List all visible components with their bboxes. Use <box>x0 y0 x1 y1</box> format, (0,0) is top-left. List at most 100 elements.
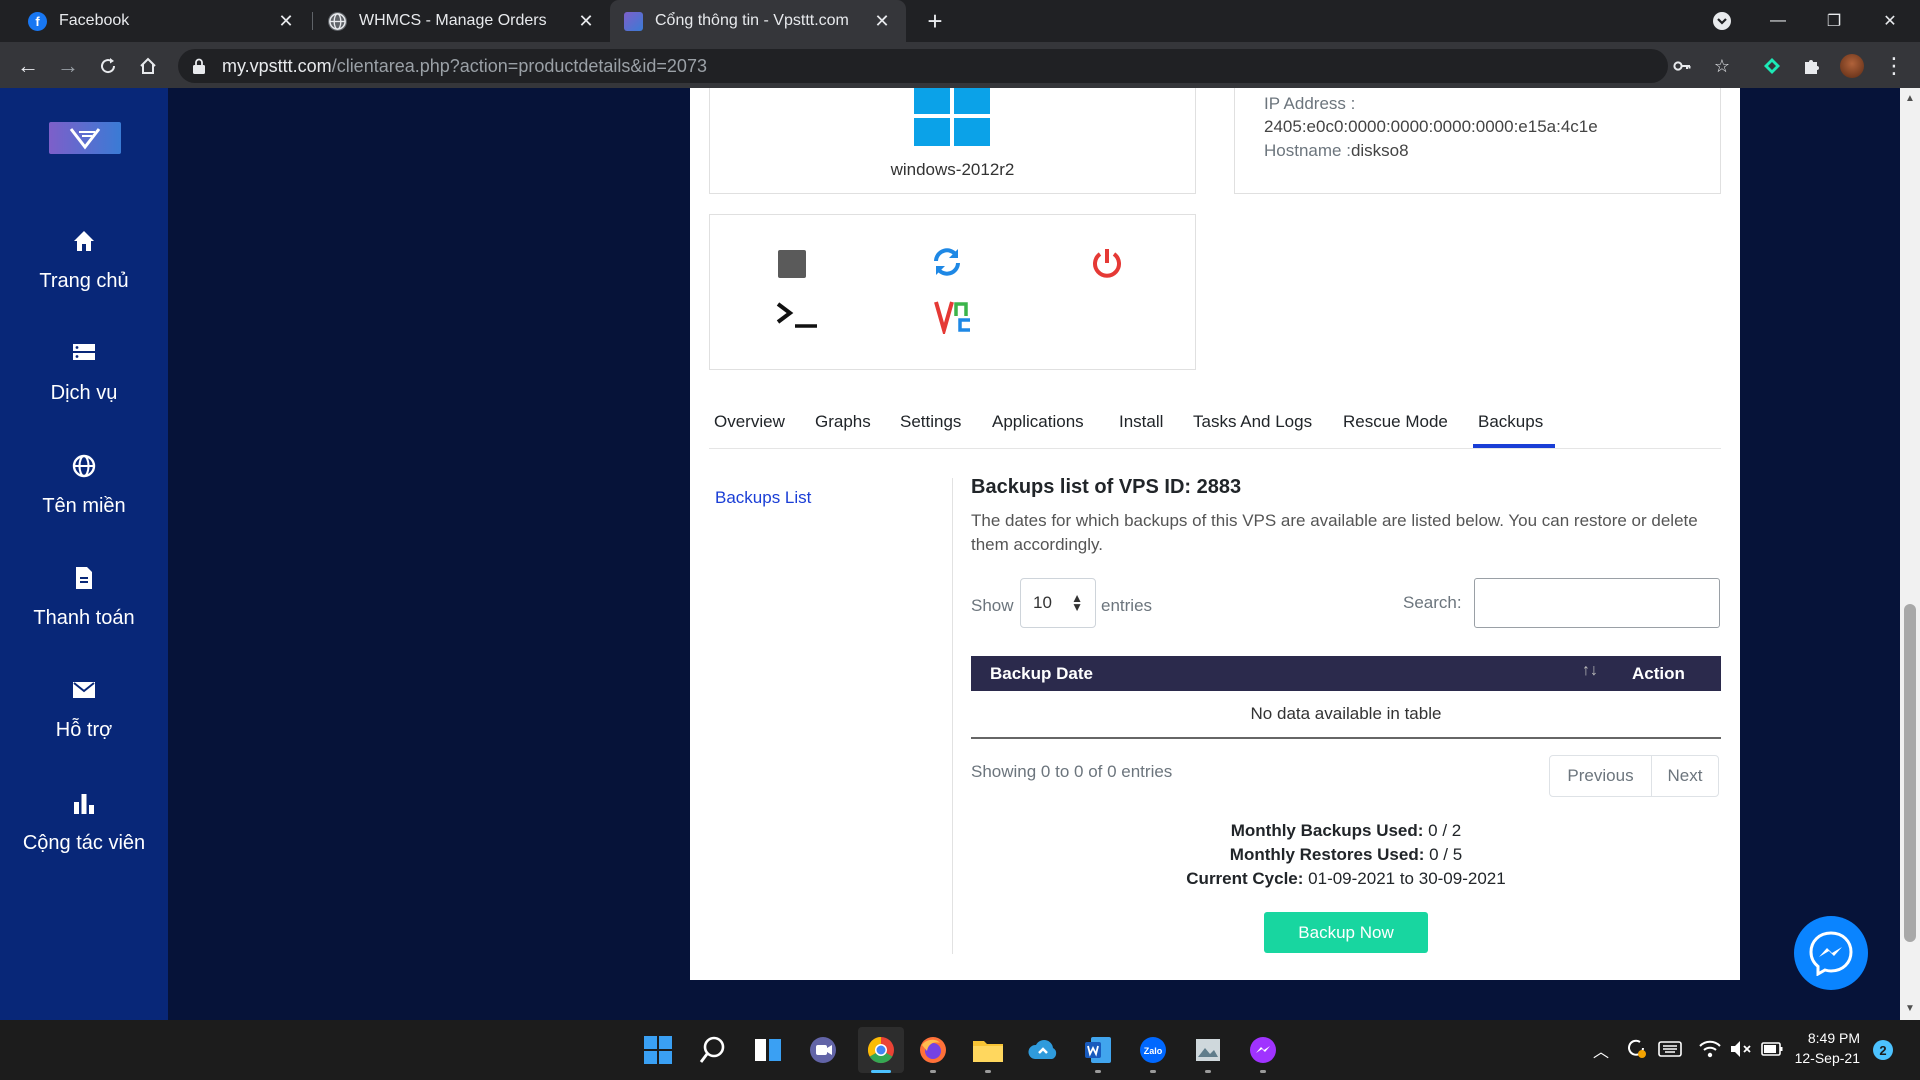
bookmark-star-icon[interactable]: ☆ <box>1706 50 1738 82</box>
entries-select[interactable]: 10 ▲ ▼ <box>1020 578 1096 628</box>
console-icon[interactable] <box>776 300 818 330</box>
reload-button[interactable] <box>92 50 124 82</box>
cloud-sync-icon[interactable] <box>1025 1032 1061 1068</box>
hostname-value: diskso8 <box>1350 141 1409 160</box>
teams-chat-icon[interactable] <box>805 1032 841 1068</box>
power-icon[interactable] <box>1090 246 1124 280</box>
site-logo[interactable] <box>49 122 121 154</box>
ip-address-label: IP Address : <box>1264 94 1356 113</box>
running-indicator <box>1260 1070 1266 1073</box>
back-button[interactable]: ← <box>12 50 44 82</box>
file-explorer-icon[interactable] <box>970 1032 1006 1068</box>
os-name: windows-2012r2 <box>890 160 1015 179</box>
svg-text:Zalo: Zalo <box>1144 1046 1163 1056</box>
forward-button[interactable]: → <box>52 50 84 82</box>
browser-tab-facebook[interactable]: f Facebook ✕ <box>14 0 310 42</box>
notification-badge[interactable]: 2 <box>1873 1040 1893 1060</box>
tab-search-button[interactable] <box>1694 0 1750 42</box>
profile-avatar[interactable] <box>1836 50 1868 82</box>
close-window-button[interactable]: ✕ <box>1862 0 1918 42</box>
running-indicator <box>985 1070 991 1073</box>
sync-status-icon[interactable] <box>1624 1036 1648 1060</box>
windows-logo-icon <box>914 88 990 148</box>
restore-button[interactable]: ❐ <box>1806 0 1862 42</box>
new-tab-button[interactable]: + <box>907 0 963 42</box>
browser-menu-icon[interactable]: ⋮ <box>1878 50 1910 82</box>
clock-time[interactable]: 8:49 PM <box>1790 1030 1860 1046</box>
previous-button[interactable]: Previous <box>1550 756 1652 796</box>
ip-address-value: 2405:e0c0:0000:0000:0000:0000:e15a:4c1e <box>1264 117 1598 136</box>
address-bar[interactable]: my.vpsttt.com/clientarea.php?action=prod… <box>178 49 1668 83</box>
tab-overview[interactable]: Overview <box>714 412 785 432</box>
extension-icon[interactable] <box>1756 50 1788 82</box>
search-icon[interactable] <box>695 1032 731 1068</box>
minimize-button[interactable]: — <box>1750 0 1806 42</box>
server-icon <box>71 340 97 366</box>
close-tab-icon[interactable]: ✕ <box>576 11 596 32</box>
backups-heading: Backups list of VPS ID: 2883 <box>971 476 1242 498</box>
tab-backups[interactable]: Backups <box>1478 412 1543 432</box>
search-input[interactable] <box>1474 578 1720 628</box>
entries-value: 10 <box>1033 593 1052 612</box>
messenger-taskbar-icon[interactable] <box>1245 1032 1281 1068</box>
next-button[interactable]: Next <box>1652 756 1718 796</box>
image-viewer-icon[interactable] <box>1190 1032 1226 1068</box>
backup-now-button[interactable]: Backup Now <box>1264 912 1428 953</box>
sidebar-item-services[interactable]: Dịch vụ <box>0 340 168 405</box>
key-icon[interactable] <box>1666 50 1698 82</box>
tab-tasks-and-logs[interactable]: Tasks And Logs <box>1193 412 1312 432</box>
globe-icon <box>71 453 97 479</box>
sidebar-item-support[interactable]: Hỗ trợ <box>0 677 168 742</box>
messenger-chat-button[interactable] <box>1794 916 1868 990</box>
column-action: Action <box>1632 664 1685 683</box>
home-icon <box>71 228 97 254</box>
task-view-icon[interactable] <box>750 1032 786 1068</box>
tab-rescue-mode[interactable]: Rescue Mode <box>1343 412 1448 432</box>
keyboard-icon[interactable] <box>1658 1040 1682 1058</box>
sidebar-item-domains[interactable]: Tên miền <box>0 453 168 518</box>
extensions-puzzle-icon[interactable] <box>1796 50 1828 82</box>
column-backup-date[interactable]: Backup Date <box>990 664 1093 684</box>
tab-applications[interactable]: Applications <box>992 412 1084 432</box>
battery-icon[interactable] <box>1760 1038 1784 1060</box>
browser-tab-whmcs[interactable]: WHMCS - Manage Orders ✕ <box>314 0 610 42</box>
url-path: /clientarea.php?action=productdetails&id… <box>331 55 707 76</box>
tab-settings[interactable]: Settings <box>900 412 961 432</box>
start-menu-icon[interactable] <box>640 1032 676 1068</box>
clock-date[interactable]: 12-Sep-21 <box>1790 1050 1860 1066</box>
globe-icon <box>328 11 347 31</box>
firefox-icon[interactable] <box>915 1032 951 1068</box>
volume-muted-icon[interactable] <box>1729 1038 1753 1060</box>
sidebar-item-home[interactable]: Trang chủ <box>0 228 168 293</box>
entries-label: entries <box>1101 596 1153 615</box>
close-tab-icon[interactable]: ✕ <box>276 11 296 32</box>
active-app-indicator <box>871 1070 891 1073</box>
running-indicator <box>1205 1070 1211 1073</box>
facebook-icon: f <box>28 11 47 31</box>
show-hidden-icons-chevron[interactable]: ︿ <box>1593 1038 1609 1062</box>
scrollbar-thumb[interactable] <box>1904 604 1916 942</box>
chrome-icon[interactable] <box>858 1027 904 1073</box>
wifi-icon[interactable] <box>1698 1038 1722 1060</box>
close-tab-icon[interactable]: ✕ <box>872 11 892 32</box>
sort-icon[interactable]: ↑↓ <box>1582 662 1598 680</box>
tab-graphs[interactable]: Graphs <box>815 412 871 432</box>
browser-tab-active[interactable]: Cổng thông tin - Vpsttt.com ✕ <box>610 0 906 42</box>
sidebar-item-affiliate[interactable]: Cộng tác viên <box>0 790 168 855</box>
vnc-icon[interactable] <box>934 298 974 338</box>
tab-install[interactable]: Install <box>1119 412 1163 432</box>
table-info: Showing 0 to 0 of 0 entries <box>971 762 1173 781</box>
home-button[interactable] <box>132 50 164 82</box>
backups-list-link[interactable]: Backups List <box>715 488 811 508</box>
scroll-up-arrow[interactable]: ▲ <box>1900 90 1920 108</box>
stop-icon[interactable] <box>778 250 806 278</box>
messenger-icon <box>1809 931 1853 976</box>
sidebar-item-billing[interactable]: Thanh toán <box>0 565 168 630</box>
restart-icon[interactable] <box>930 245 964 279</box>
scroll-down-arrow[interactable]: ▼ <box>1900 1000 1920 1018</box>
monthly-backups-value: 0 / 2 <box>1428 821 1462 840</box>
word-icon[interactable] <box>1080 1032 1116 1068</box>
running-indicator <box>1150 1070 1156 1073</box>
zalo-icon[interactable]: Zalo <box>1135 1032 1171 1068</box>
monthly-backups-label: Monthly Backups Used: <box>1230 821 1424 840</box>
